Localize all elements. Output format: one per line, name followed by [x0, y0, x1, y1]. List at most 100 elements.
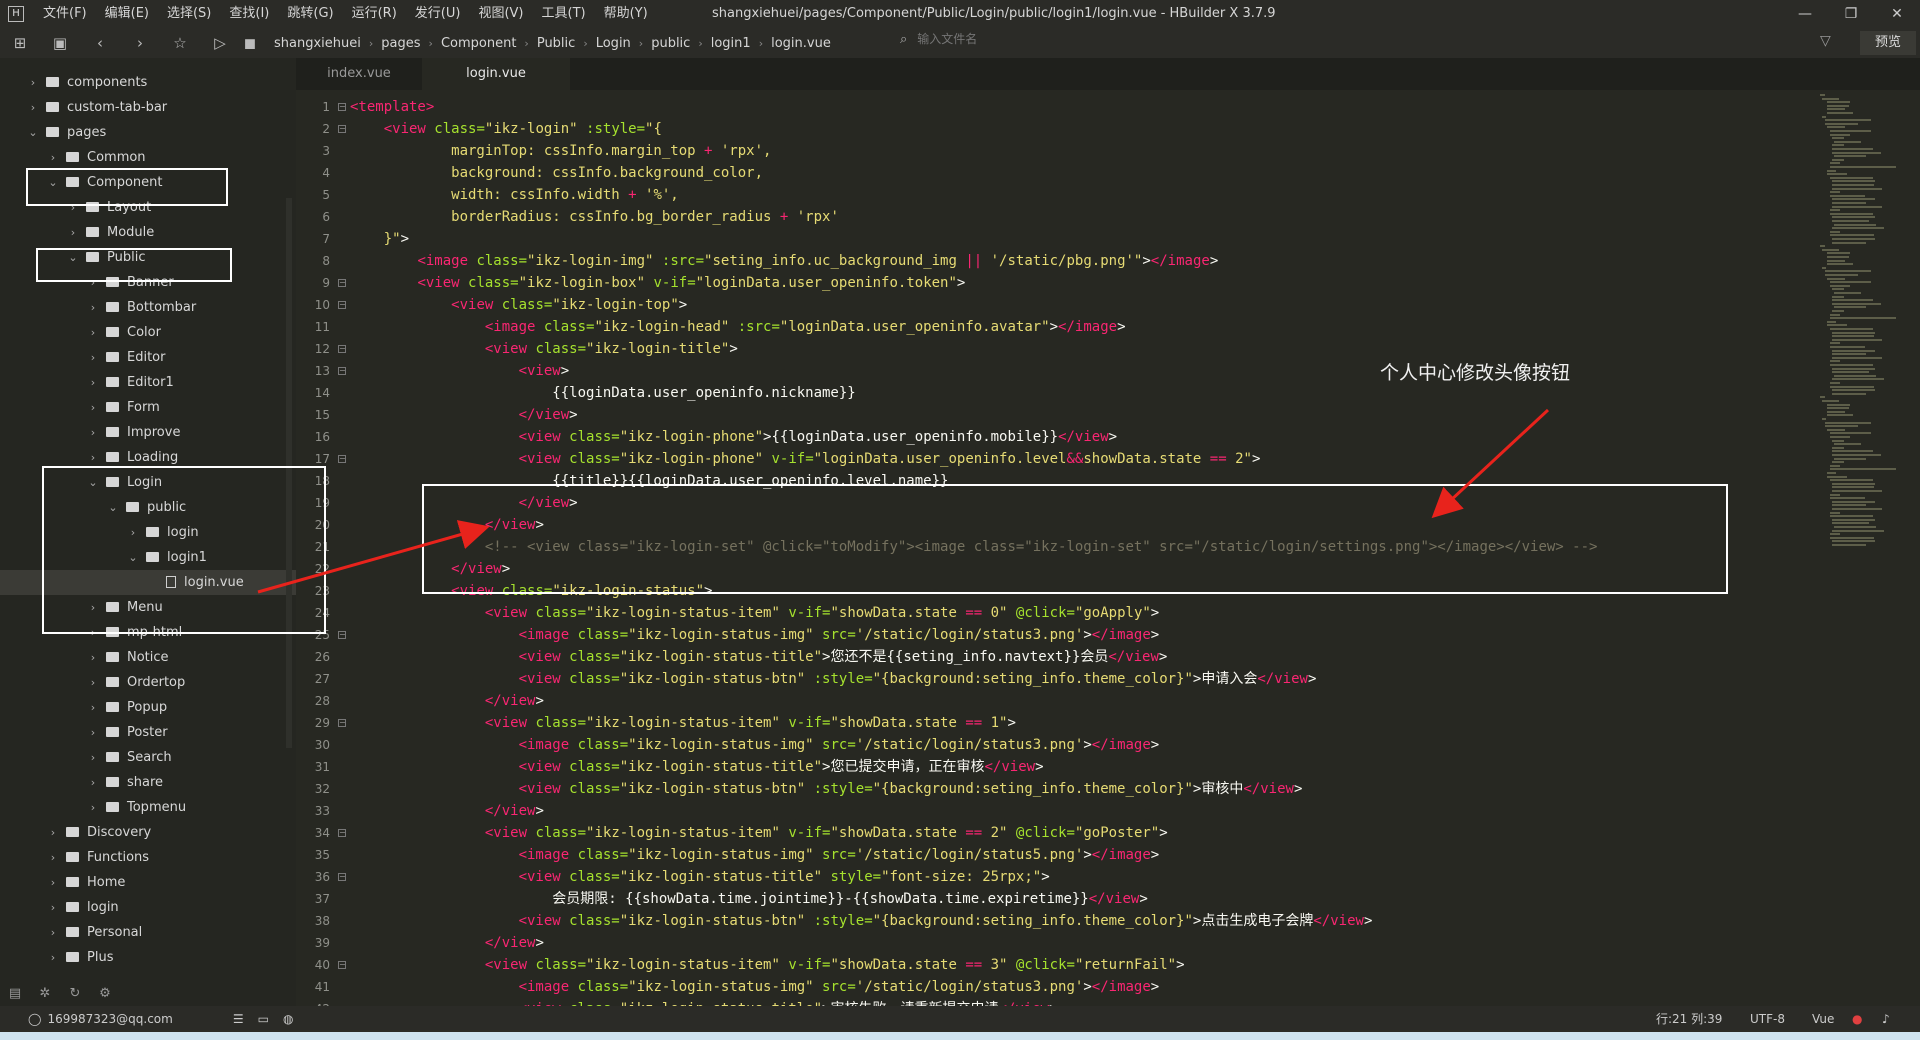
chevron-right-icon[interactable]: ›: [46, 920, 60, 945]
tree-item[interactable]: › Discovery: [0, 820, 296, 845]
chevron-right-icon[interactable]: ›: [86, 795, 100, 820]
code-line[interactable]: <view class="ikz-login-status-item" v-if…: [350, 602, 1159, 624]
breadcrumb-item[interactable]: login1: [711, 36, 751, 51]
fold-toggle-icon[interactable]: −: [338, 279, 346, 287]
fold-toggle-icon[interactable]: −: [338, 125, 346, 133]
save-icon[interactable]: ▣: [40, 34, 80, 52]
menu-item-2[interactable]: 选择(S): [158, 0, 220, 28]
code-line[interactable]: <image class="ikz-login-head" :src="logi…: [350, 316, 1126, 338]
tree-item[interactable]: › Notice: [0, 645, 296, 670]
minimap[interactable]: [1810, 90, 1920, 1008]
tree-item[interactable]: › Plus: [0, 945, 296, 970]
chevron-right-icon[interactable]: ›: [66, 220, 80, 245]
tree-item[interactable]: › Color: [0, 320, 296, 345]
code-line[interactable]: <image class="ikz-login-status-img" src=…: [350, 624, 1160, 646]
tree-item[interactable]: › share: [0, 770, 296, 795]
code-line[interactable]: <view class="ikz-login" :style="{: [350, 118, 662, 140]
code-line[interactable]: borderRadius: cssInfo.bg_border_radius +…: [350, 206, 839, 228]
code-line[interactable]: <image class="ikz-login-status-img" src=…: [350, 976, 1160, 998]
chevron-right-icon[interactable]: ›: [46, 145, 60, 170]
breadcrumb-item[interactable]: shangxiehuei: [274, 36, 361, 51]
code-line[interactable]: width: cssInfo.width + '%',: [350, 184, 679, 206]
chevron-right-icon[interactable]: ›: [86, 770, 100, 795]
code-line[interactable]: <view>: [350, 360, 570, 382]
breadcrumb-item[interactable]: Login: [596, 36, 631, 51]
code-line[interactable]: <view class="ikz-login-box" v-if="loginD…: [350, 272, 965, 294]
breadcrumb-item[interactable]: Component: [441, 36, 516, 51]
chevron-right-icon[interactable]: ›: [86, 320, 100, 345]
chevron-right-icon[interactable]: ›: [46, 895, 60, 920]
tree-item[interactable]: › custom-tab-bar: [0, 95, 296, 120]
menu-item-3[interactable]: 查找(I): [220, 0, 278, 28]
tree-item[interactable]: › Editor1: [0, 370, 296, 395]
chevron-right-icon[interactable]: ›: [86, 395, 100, 420]
breadcrumb-item[interactable]: Public: [537, 36, 575, 51]
fold-toggle-icon[interactable]: −: [338, 719, 346, 727]
code-line[interactable]: </view>: [350, 800, 544, 822]
tree-item[interactable]: › Bottombar: [0, 295, 296, 320]
chevron-right-icon[interactable]: ›: [26, 95, 40, 120]
menu-item-1[interactable]: 编辑(E): [96, 0, 158, 28]
chevron-right-icon[interactable]: ›: [86, 295, 100, 320]
fold-toggle-icon[interactable]: −: [338, 345, 346, 353]
code-line[interactable]: <image class="ikz-login-status-img" src=…: [350, 734, 1160, 756]
file-encoding[interactable]: UTF-8: [1750, 1006, 1785, 1032]
notification-icon[interactable]: ●: [1852, 1006, 1862, 1032]
code-line[interactable]: <view class="ikz-login-phone" v-if="logi…: [350, 448, 1261, 470]
preview-button[interactable]: 预览: [1860, 31, 1916, 55]
file-search-input[interactable]: [915, 31, 1420, 47]
menu-item-6[interactable]: 发行(U): [406, 0, 470, 28]
console-icon[interactable]: ▭: [258, 1012, 269, 1026]
fold-toggle-icon[interactable]: −: [338, 829, 346, 837]
chevron-right-icon[interactable]: ›: [86, 345, 100, 370]
code-line[interactable]: background: cssInfo.background_color,: [350, 162, 763, 184]
project-icon[interactable]: ◼: [240, 34, 260, 52]
code-line[interactable]: <view class="ikz-login-top">: [350, 294, 687, 316]
menu-item-7[interactable]: 视图(V): [469, 0, 532, 28]
user-account[interactable]: 169987323@qq.com: [47, 1012, 172, 1026]
language-mode[interactable]: Vue: [1812, 1006, 1834, 1032]
code-line[interactable]: <template>: [350, 96, 434, 118]
code-line[interactable]: </view>: [350, 690, 544, 712]
code-line[interactable]: <image class="ikz-login-img" :src="setin…: [350, 250, 1218, 272]
code-line[interactable]: <view class="ikz-login-status-btn" :styl…: [350, 910, 1373, 932]
code-line[interactable]: <view class="ikz-login-status-item" v-if…: [350, 712, 1016, 734]
tree-item[interactable]: › Module: [0, 220, 296, 245]
bell-icon[interactable]: ♪: [1882, 1006, 1890, 1032]
code-line[interactable]: <view class="ikz-login-title">: [350, 338, 738, 360]
chevron-right-icon[interactable]: ›: [86, 370, 100, 395]
tree-item[interactable]: › Home: [0, 870, 296, 895]
tree-item[interactable]: › Form: [0, 395, 296, 420]
tree-item[interactable]: › login: [0, 895, 296, 920]
tree-item[interactable]: › Poster: [0, 720, 296, 745]
code-line[interactable]: <view class="ikz-login-status-title" sty…: [350, 866, 1050, 888]
chevron-right-icon[interactable]: ›: [86, 645, 100, 670]
bookmark-star-icon[interactable]: ☆: [160, 34, 200, 52]
cursor-position[interactable]: 行:21 列:39: [1656, 1006, 1722, 1032]
breadcrumb-item[interactable]: public: [651, 36, 690, 51]
menu-item-4[interactable]: 跳转(G): [278, 0, 342, 28]
menu-item-8[interactable]: 工具(T): [533, 0, 595, 28]
filter-icon[interactable]: ▽: [1820, 33, 1831, 49]
back-icon[interactable]: ‹: [80, 34, 120, 52]
breadcrumb-item[interactable]: login.vue: [771, 36, 831, 51]
tree-item[interactable]: › Popup: [0, 695, 296, 720]
chevron-right-icon[interactable]: ›: [26, 70, 40, 95]
fold-toggle-icon[interactable]: −: [338, 301, 346, 309]
chevron-right-icon[interactable]: ›: [46, 820, 60, 845]
code-line[interactable]: marginTop: cssInfo.margin_top + 'rpx',: [350, 140, 771, 162]
fold-toggle-icon[interactable]: −: [338, 103, 346, 111]
globe-icon[interactable]: ◍: [283, 1012, 293, 1026]
plugin-icon[interactable]: ⚙: [90, 986, 120, 1001]
menu-item-9[interactable]: 帮助(Y): [595, 0, 657, 28]
fold-toggle-icon[interactable]: −: [338, 873, 346, 881]
chevron-right-icon[interactable]: ›: [86, 420, 100, 445]
list-icon[interactable]: ☰: [233, 1012, 244, 1026]
code-line[interactable]: <view class="ikz-login-phone">{{loginDat…: [350, 426, 1118, 448]
tree-item[interactable]: › Improve: [0, 420, 296, 445]
tree-item[interactable]: › Personal: [0, 920, 296, 945]
refresh-icon[interactable]: ↻: [60, 986, 90, 1001]
close-button[interactable]: ✕: [1874, 0, 1920, 28]
folder-view-icon[interactable]: ▤: [0, 986, 30, 1001]
code-line[interactable]: <view class="ikz-login-status-item" v-if…: [350, 954, 1185, 976]
